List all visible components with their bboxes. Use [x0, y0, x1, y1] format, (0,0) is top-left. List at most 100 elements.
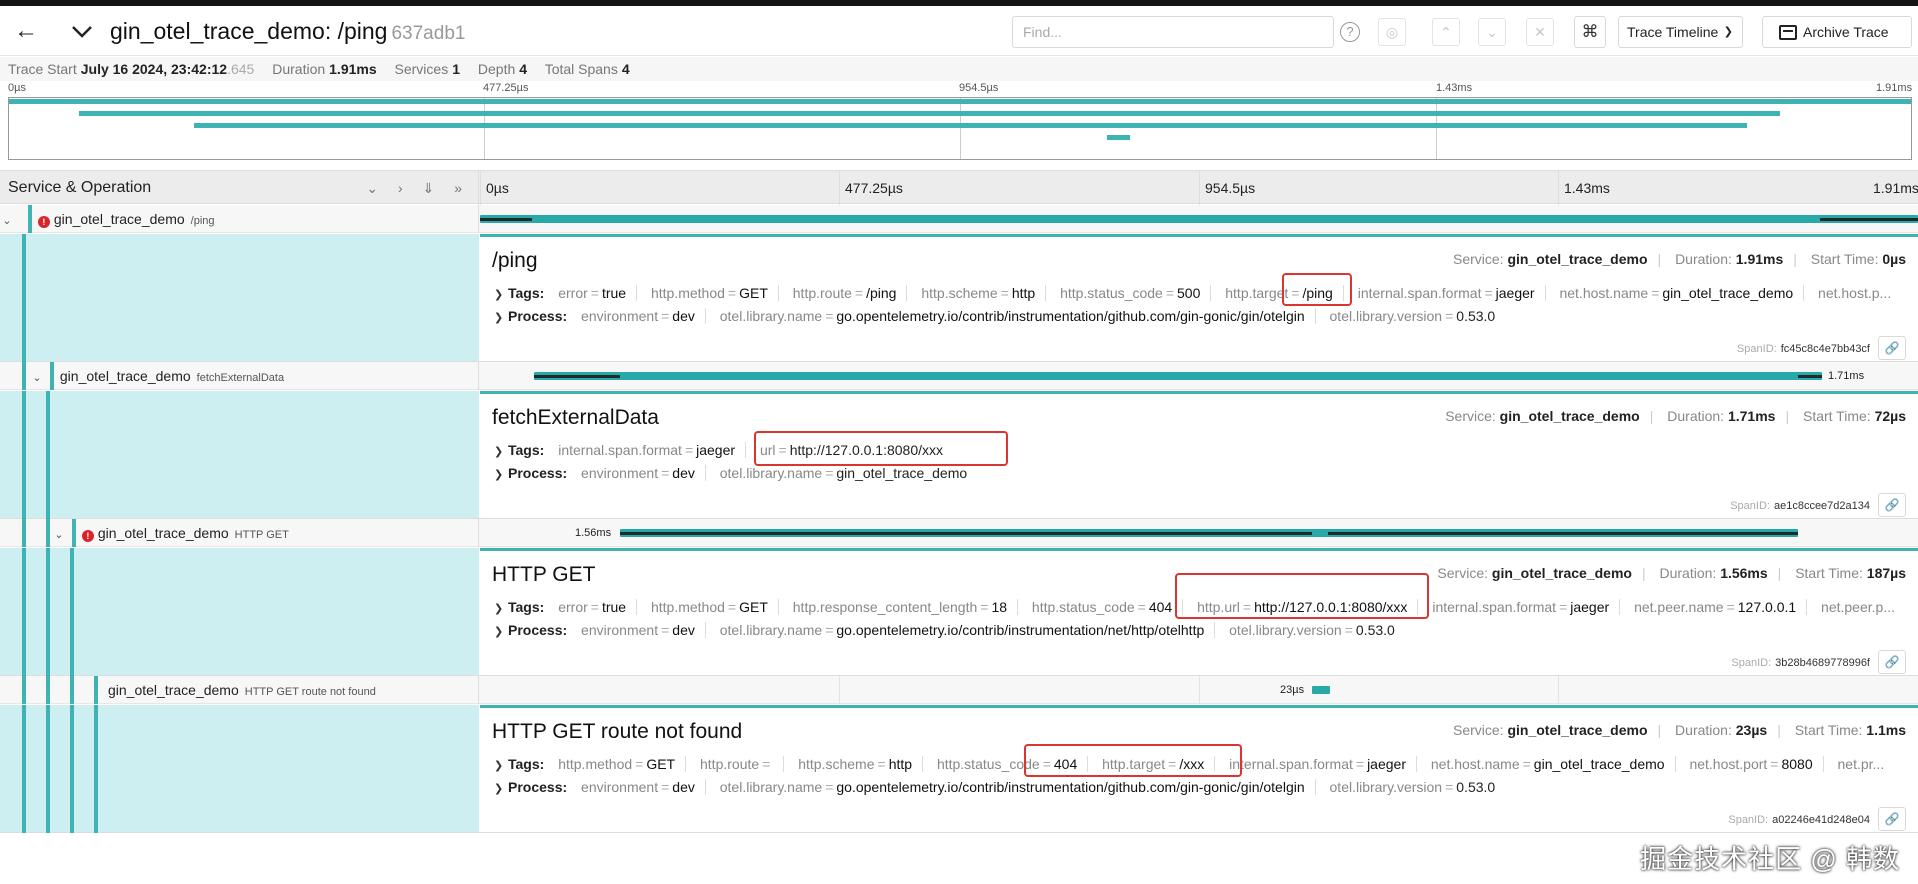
- trace-minimap[interactable]: 0µs 477.25µs 954.5µs 1.43ms 1.91ms: [0, 82, 1918, 164]
- error-icon: !: [37, 216, 50, 228]
- trace-id: 637adb1: [391, 23, 466, 44]
- span-id: SpanID: 3b28b4689778996f: [1731, 657, 1870, 669]
- trace-start-value: July 16 2024, 23:42:12: [80, 61, 228, 77]
- clear-search-icon[interactable]: ✕: [1526, 18, 1554, 46]
- process-section[interactable]: ❯ Process: environment = dev otel.library.n…: [494, 308, 1914, 324]
- services-value: 1: [452, 61, 460, 77]
- span-service: gin_otel_trace_demo: [97, 525, 229, 541]
- span-operation: HTTP GET: [234, 529, 289, 541]
- trace-start-ms: .645: [227, 61, 255, 77]
- chevron-right-icon[interactable]: ❯: [494, 782, 508, 795]
- chevron-down-icon[interactable]: [68, 18, 96, 46]
- span-row[interactable]: ⌄ ! gin_otel_trace_demo/ping: [0, 205, 1918, 233]
- chevron-right-icon[interactable]: ❯: [494, 468, 508, 481]
- span-bar[interactable]: [1312, 686, 1330, 694]
- span-name-cell[interactable]: ⌄ ! gin_otel_trace_demo HTTP GET: [0, 519, 479, 547]
- highlight-box: [1024, 744, 1242, 777]
- chevron-right-icon[interactable]: ❯: [494, 288, 508, 301]
- minimap-span-bar: [9, 99, 1911, 104]
- span-service: gin_otel_trace_demo: [53, 211, 185, 227]
- span-detail-meta: Service: gin_otel_trace_demo | Duration: …: [1437, 565, 1906, 581]
- locate-icon[interactable]: ◎: [1378, 18, 1406, 46]
- trace-header: ← gin_otel_trace_demo: /ping637adb1 ? ◎ …: [0, 6, 1918, 56]
- span-bar[interactable]: [534, 372, 1822, 380]
- archive-icon: [1779, 25, 1797, 40]
- timeline-tick: 0µs: [480, 171, 509, 205]
- span-detail: fetchExternalData Service: gin_otel_trac…: [0, 391, 1918, 519]
- keyboard-shortcuts-icon[interactable]: ⌘: [1574, 16, 1606, 48]
- span-id: SpanID: a02246e41d248e04: [1728, 814, 1870, 826]
- back-arrow-icon[interactable]: ←: [12, 18, 40, 46]
- span-detail-meta: Service: gin_otel_trace_demo | Duration: …: [1453, 251, 1906, 267]
- span-bar[interactable]: [480, 215, 1918, 223]
- span-name-cell[interactable]: ⌄ gin_otel_trace_demo fetchExternalData: [0, 362, 479, 390]
- span-detail: HTTP GET Service: gin_otel_trace_demo | D…: [0, 548, 1918, 676]
- help-icon[interactable]: ?: [1336, 18, 1364, 46]
- trace-start-label: Trace Start: [8, 61, 77, 77]
- collapse-expand-controls[interactable]: ⌄ › ⇓ »: [366, 171, 470, 205]
- span-detail: /ping Service: gin_otel_trace_demo | Dura…: [0, 234, 1918, 362]
- chevron-down-icon[interactable]: ⌄: [52, 521, 66, 549]
- tags-section[interactable]: ❯ Tags: error = true http.method = GET http.r…: [494, 285, 1914, 301]
- chevron-right-icon[interactable]: ❯: [494, 625, 508, 638]
- highlight-box: [1175, 573, 1429, 619]
- process-section[interactable]: ❯ Process: environment = dev otel.library.n…: [494, 622, 1914, 638]
- prev-result-icon[interactable]: ⌃: [1432, 18, 1460, 46]
- chevron-right-icon[interactable]: ❯: [494, 311, 508, 324]
- span-duration-label: 23µs: [1280, 684, 1305, 696]
- minimap-ticks: 0µs 477.25µs 954.5µs 1.43ms 1.91ms: [0, 82, 1918, 96]
- service-operation-label: Service & Operation: [8, 179, 152, 196]
- span-operation: fetchExternalData: [196, 372, 285, 384]
- span-row[interactable]: gin_otel_trace_demo HTTP GET route not fo…: [0, 676, 1918, 704]
- duration-label: Duration: [272, 61, 326, 77]
- span-id: SpanID: fc45c8c4e7bb43cf: [1736, 343, 1870, 355]
- chevron-right-icon[interactable]: ❯: [494, 759, 508, 772]
- span-duration-label: 1.71ms: [1828, 370, 1865, 382]
- link-icon[interactable]: 🔗: [1878, 336, 1906, 360]
- view-select[interactable]: Trace Timeline ❯: [1618, 16, 1743, 48]
- trace-title-text: gin_otel_trace_demo: /ping: [110, 18, 388, 44]
- depth-label: Depth: [477, 61, 516, 77]
- depth-value: 4: [519, 61, 528, 77]
- span-operation: /ping: [190, 215, 215, 227]
- minimap-tick: 0µs: [8, 82, 26, 94]
- link-icon[interactable]: 🔗: [1878, 807, 1906, 831]
- span-row[interactable]: ⌄ gin_otel_trace_demo fetchExternalData 1…: [0, 362, 1918, 390]
- archive-label: Archive Trace: [1803, 24, 1889, 40]
- services-label: Services: [394, 61, 449, 77]
- span-id: SpanID: ae1c8ccee7d2a134: [1730, 500, 1870, 512]
- span-row[interactable]: ⌄ ! gin_otel_trace_demo HTTP GET 1.56ms: [0, 519, 1918, 547]
- next-result-icon[interactable]: ⌄: [1478, 18, 1506, 46]
- minimap-tick: 1.43ms: [1436, 82, 1473, 94]
- timeline-tick: 1.43ms: [1558, 171, 1610, 205]
- view-select-label: Trace Timeline: [1627, 24, 1719, 40]
- minimap-span-bar: [194, 123, 1747, 128]
- span-name-cell[interactable]: gin_otel_trace_demo HTTP GET route not fo…: [0, 676, 479, 704]
- span-service: gin_otel_trace_demo: [108, 682, 239, 698]
- minimap-span-bar: [79, 111, 1780, 116]
- trace-title: gin_otel_trace_demo: /ping 637adb1: [110, 18, 465, 45]
- span-operation: HTTP GET route not found: [244, 686, 376, 698]
- find-input[interactable]: [1012, 16, 1334, 48]
- chevron-down-icon: ❯: [1723, 26, 1733, 38]
- minimap-canvas[interactable]: [8, 97, 1912, 160]
- span-detail-meta: Service: gin_otel_trace_demo | Duration: …: [1445, 408, 1906, 424]
- chevron-down-icon[interactable]: ⌄: [30, 364, 44, 392]
- chevron-right-icon[interactable]: ❯: [494, 445, 508, 458]
- timeline-tick: 1.91ms: [1873, 180, 1918, 196]
- process-section[interactable]: ❯ Process: environment = dev otel.library.n…: [494, 465, 1914, 481]
- span-detail-title: /ping: [492, 249, 538, 272]
- chevron-right-icon[interactable]: ❯: [494, 602, 508, 615]
- span-detail-title: HTTP GET route not found: [492, 720, 743, 743]
- tags-section[interactable]: ❯ Tags: internal.span.format = jaeger url = h…: [494, 442, 1914, 458]
- span-detail-title: fetchExternalData: [492, 406, 659, 429]
- chevron-down-icon[interactable]: ⌄: [0, 207, 14, 235]
- timeline-tick: 477.25µs: [839, 171, 903, 205]
- span-name-cell[interactable]: ⌄ ! gin_otel_trace_demo/ping: [0, 205, 479, 233]
- total-spans-label: Total Spans: [544, 61, 618, 77]
- process-section[interactable]: ❯ Process: environment = dev otel.library.n…: [494, 779, 1914, 795]
- link-icon[interactable]: 🔗: [1878, 650, 1906, 674]
- watermark: 掘金技术社区 @ 韩数: [1640, 844, 1900, 874]
- archive-trace-button[interactable]: Archive Trace: [1762, 16, 1912, 48]
- link-icon[interactable]: 🔗: [1878, 493, 1906, 517]
